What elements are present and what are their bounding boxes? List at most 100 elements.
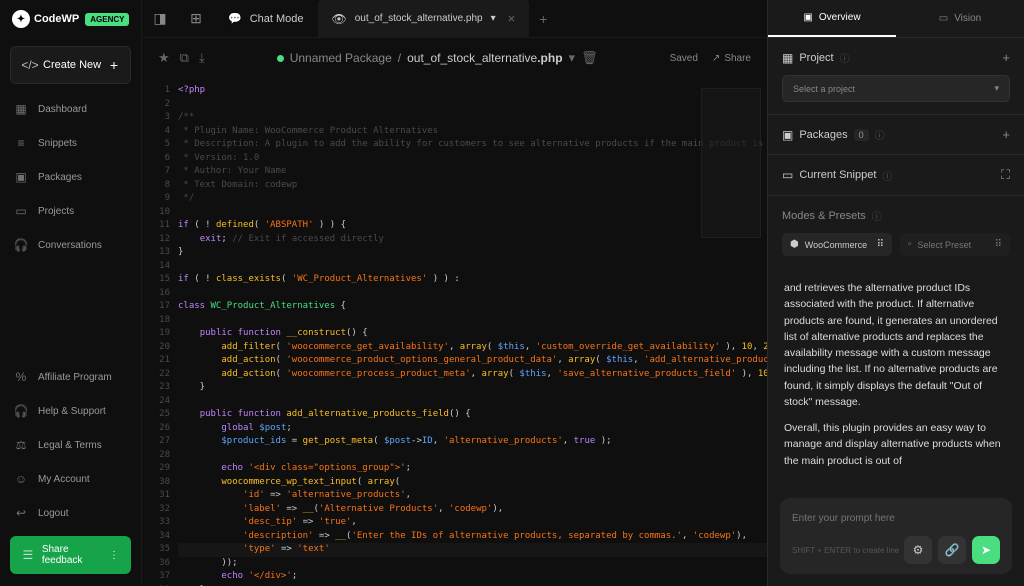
ai-response-text: and retrieves the alternative product ID… <box>768 268 1024 488</box>
conversations-icon: 🎧 <box>14 238 28 252</box>
chat-input-area: SHIFT + ENTER to create line ⚙ 🔗 ➤ <box>768 488 1024 586</box>
copy-icon[interactable]: ⧉ <box>180 50 189 66</box>
line-gutter: 1234567891011121314151617181920212223242… <box>142 78 178 586</box>
share-button[interactable]: ↗Share <box>712 53 751 64</box>
saved-label: Saved <box>670 53 698 64</box>
code-icon: </> <box>23 58 37 72</box>
packages-title: Packages <box>799 129 847 141</box>
breadcrumb-ext: .php <box>537 51 562 65</box>
snippet-icon: ▭ <box>782 168 793 182</box>
grid-icon[interactable]: ⊞ <box>178 1 214 37</box>
send-button[interactable]: ➤ <box>972 536 1000 564</box>
snippets-icon: ≡ <box>14 136 28 150</box>
eye-icon: 👁 <box>332 12 347 26</box>
download-icon[interactable]: ⤓ <box>199 50 205 66</box>
tab-overview[interactable]: ▣Overview <box>768 0 896 37</box>
panel-toggle-icon[interactable]: ◨ <box>142 1 178 37</box>
main: ◨ ⊞ 💬Chat Mode 👁 out_of_stock_alternative… <box>142 0 767 586</box>
send-icon: ➤ <box>981 543 991 557</box>
chevron-down-icon: ▾ <box>491 13 496 24</box>
right-panel: ▣Overview ▭Vision ▦ Project ⓘ + Select a pr… <box>767 0 1024 586</box>
breadcrumb-package: Unnamed Package <box>290 51 392 65</box>
logo[interactable]: ✦ CodeWP <box>12 10 79 28</box>
agency-badge: AGENCY <box>85 13 129 26</box>
sidebar: ✦ CodeWP AGENCY </> Create New + ▦Dashboa… <box>0 0 142 586</box>
logout-icon: ↩ <box>14 506 28 520</box>
chevron-down-icon: ▾ <box>994 83 999 94</box>
share-feedback-button[interactable]: ☰Share feedback⋮ <box>10 536 131 574</box>
expand-icon[interactable]: ⛶ <box>1001 167 1010 183</box>
chat-mode-button[interactable]: 💬Chat Mode <box>214 12 318 25</box>
status-dot <box>277 55 284 62</box>
project-section: ▦ Project ⓘ + Select a project▾ <box>768 38 1024 115</box>
projects-icon: ▭ <box>14 204 28 218</box>
dashboard-icon: ▦ <box>14 102 28 116</box>
prompt-input[interactable] <box>792 513 1000 524</box>
add-tab-button[interactable]: + <box>529 11 557 27</box>
sidebar-item-projects[interactable]: ▭Projects <box>0 194 141 228</box>
sidebar-item-dashboard[interactable]: ▦Dashboard <box>0 92 141 126</box>
packages-icon: ▣ <box>14 170 28 184</box>
help-icon: 🎧 <box>14 404 28 418</box>
chat-hint: SHIFT + ENTER to create line <box>792 546 899 555</box>
legal-icon: ⚖ <box>14 438 28 452</box>
modes-section: Modes & Presets ⓘ ⬢WooCommerce⠿ ▫Select P… <box>768 196 1024 268</box>
code-content[interactable]: <?php /** * Plugin Name: WooCommerce Pro… <box>178 78 767 586</box>
sliders-icon: ⚙ <box>913 543 924 557</box>
minimap[interactable] <box>701 88 761 238</box>
code-editor[interactable]: 1234567891011121314151617181920212223242… <box>142 78 767 586</box>
logo-icon: ✦ <box>12 10 30 28</box>
top-bar: ◨ ⊞ 💬Chat Mode 👁 out_of_stock_alternative… <box>142 0 767 38</box>
info-icon[interactable]: ⓘ <box>875 127 885 142</box>
sidebar-item-packages[interactable]: ▣Packages <box>0 160 141 194</box>
sidebar-item-conversations[interactable]: 🎧Conversations <box>0 228 141 262</box>
feedback-icon: ☰ <box>22 548 34 562</box>
info-icon[interactable]: ⓘ <box>840 50 850 65</box>
right-panel-tabs: ▣Overview ▭Vision <box>768 0 1024 38</box>
packages-section: ▣ Packages 0 ⓘ + <box>768 115 1024 155</box>
sidebar-item-legal[interactable]: ⚖Legal & Terms <box>0 428 141 462</box>
tab-label: out_of_stock_alternative.php <box>355 13 483 24</box>
mode-woocommerce[interactable]: ⬢WooCommerce⠿ <box>782 233 892 256</box>
drag-icon: ⠿ <box>995 239 1002 250</box>
sidebar-item-affiliate[interactable]: %Affiliate Program <box>0 360 141 394</box>
link-button[interactable]: 🔗 <box>938 536 966 564</box>
file-tab[interactable]: 👁 out_of_stock_alternative.php ▾ × <box>318 0 530 38</box>
packages-icon: ▣ <box>782 128 793 142</box>
snippet-title: Current Snippet <box>799 169 876 181</box>
create-new-label: Create New <box>43 59 101 71</box>
sidebar-item-help[interactable]: 🎧Help & Support <box>0 394 141 428</box>
tab-vision[interactable]: ▭Vision <box>896 0 1024 37</box>
close-tab-icon[interactable]: × <box>508 11 516 26</box>
project-title: Project <box>799 52 833 64</box>
project-icon: ▦ <box>782 51 793 65</box>
plus-icon: + <box>110 57 118 73</box>
breadcrumb-bar: ★ ⧉ ⤓ Unnamed Package / out_of_stock_alt… <box>142 38 767 78</box>
snippet-section: ▭ Current Snippet ⓘ ⛶ <box>768 155 1024 196</box>
packages-count: 0 <box>854 129 869 141</box>
sidebar-item-account[interactable]: ☺My Account <box>0 462 141 496</box>
affiliate-icon: % <box>14 370 28 384</box>
trash-icon[interactable]: 🗑 <box>581 50 598 66</box>
drag-icon: ⠿ <box>877 239 884 250</box>
overview-icon: ▣ <box>803 12 812 23</box>
star-icon[interactable]: ★ <box>158 50 170 66</box>
info-icon[interactable]: ⓘ <box>872 208 882 223</box>
settings-button[interactable]: ⚙ <box>904 536 932 564</box>
share-icon: ↗ <box>712 53 720 64</box>
info-icon[interactable]: ⓘ <box>882 168 892 183</box>
sidebar-header: ✦ CodeWP AGENCY <box>0 0 141 38</box>
vision-icon: ▭ <box>939 13 948 24</box>
project-select[interactable]: Select a project▾ <box>782 75 1010 102</box>
modes-title: Modes & Presets <box>782 210 866 222</box>
sidebar-item-snippets[interactable]: ≡Snippets <box>0 126 141 160</box>
chevron-down-icon[interactable]: ▾ <box>569 50 576 66</box>
create-new-button[interactable]: </> Create New + <box>10 46 131 84</box>
add-project-icon[interactable]: + <box>1002 50 1010 65</box>
sidebar-item-logout[interactable]: ↩Logout <box>0 496 141 530</box>
breadcrumb: Unnamed Package / out_of_stock_alternati… <box>219 50 656 66</box>
breadcrumb-file: out_of_stock_alternative <box>407 51 537 65</box>
add-package-icon[interactable]: + <box>1002 127 1010 142</box>
preset-icon: ▫ <box>908 239 912 250</box>
select-preset-button[interactable]: ▫Select Preset⠿ <box>900 233 1010 256</box>
